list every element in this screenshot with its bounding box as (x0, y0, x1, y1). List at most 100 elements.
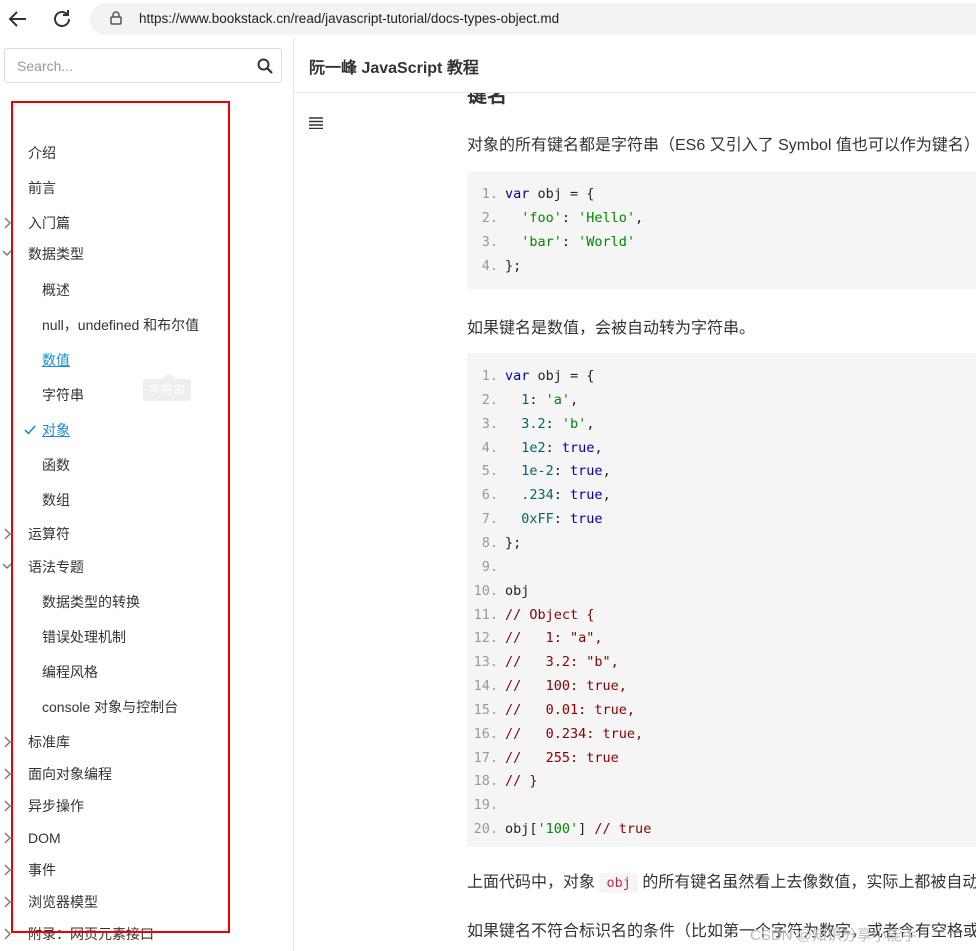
sidebar-item[interactable]: 数据类型的转换 (42, 592, 140, 612)
sidebar-item[interactable]: DOM (28, 828, 61, 848)
line-number: 4. (481, 439, 498, 456)
sidebar-item[interactable]: 对象 (42, 420, 70, 440)
code-line: 5. 1e-2: true, (467, 459, 611, 483)
code-token: : (561, 209, 579, 226)
back-button[interactable] (5, 6, 31, 32)
chevron-right-icon[interactable] (2, 864, 12, 876)
chevron-right-icon[interactable] (2, 768, 12, 780)
sidebar-item[interactable]: 数据类型 (28, 244, 84, 264)
sidebar-item[interactable]: 数组 (42, 490, 70, 510)
sidebar-item[interactable]: 入门篇 (28, 213, 70, 233)
code-token: true (570, 463, 603, 480)
sidebar-item[interactable]: 附录：网页元素接口 (28, 924, 154, 944)
sidebar-item[interactable]: 数值 (42, 350, 70, 370)
code-token: , (635, 209, 644, 226)
code-token: 1e-2 (521, 463, 554, 480)
code-line: 16. // 0.234: true, (467, 722, 644, 746)
watermark: CSDN @知识分享小能手 (750, 927, 917, 944)
lock-icon[interactable] (110, 11, 122, 25)
sidebar-item[interactable]: 标准库 (28, 732, 70, 752)
code-token: , (594, 439, 603, 456)
sidebar-item[interactable]: 错误处理机制 (42, 627, 126, 647)
browser-toolbar: https://www.bookstack.cn/read/javascript… (0, 0, 976, 38)
line-number: 7. (481, 511, 498, 528)
code-token: : (545, 439, 562, 456)
code-token: var (505, 368, 530, 384)
sidebar-item[interactable]: 字符串 (42, 385, 84, 405)
paragraph: 对象的所有键名都是字符串（ES6 又引入了 Symbol 值也可以作为键名） (467, 137, 976, 154)
code-token: // 100: true, (505, 678, 627, 695)
code-token: true (561, 439, 595, 456)
sidebar-item[interactable]: 运算符 (28, 524, 70, 544)
chevron-right-icon[interactable] (2, 736, 12, 748)
sidebar-item[interactable]: 异步操作 (28, 796, 84, 816)
code-token: , (602, 487, 611, 504)
code-line: 19. (467, 793, 505, 817)
sidebar-item[interactable]: 概述 (42, 280, 70, 300)
reload-icon (54, 10, 70, 27)
code-block: 1. var obj = {2. 'foo': 'Hello', 3. 'bar':… (467, 171, 976, 289)
paragraph-text: 上面代码中，对象 (467, 874, 596, 891)
code-token: 3.2 (521, 415, 546, 432)
sidebar-item[interactable]: 函数 (42, 455, 70, 475)
line-number: 1. (481, 186, 498, 202)
chevron-right-icon[interactable] (2, 896, 12, 908)
code-line: 13. // 3.2: "b", (467, 650, 619, 674)
code-token: // 0.234: true, (505, 725, 644, 742)
sidebar-item[interactable]: 前言 (28, 178, 56, 198)
code-line: 4.}; (467, 254, 522, 278)
code-line: 12. // 1: "a", (467, 626, 603, 650)
code-token: , (570, 391, 579, 408)
line-number: 9. (481, 558, 498, 575)
code-token: : (529, 391, 546, 408)
address-bar[interactable]: https://www.bookstack.cn/read/javascript… (90, 3, 976, 35)
line-number: 3. (481, 415, 498, 432)
line-number: 19. (473, 797, 498, 814)
sidebar-item[interactable]: 介绍 (28, 143, 56, 163)
url-text[interactable]: https://www.bookstack.cn/read/javascript… (139, 11, 559, 26)
sidebar-item[interactable]: 事件 (28, 860, 56, 880)
code-line: 2. 1: 'a', (467, 388, 578, 412)
sidebar-item[interactable]: console 对象与控制台 (42, 697, 178, 717)
line-number: 20. (473, 821, 498, 838)
code-token: ] (578, 821, 595, 838)
search-input[interactable] (5, 49, 250, 82)
chevron-down-icon[interactable] (2, 248, 12, 260)
code-token: // Object { (505, 606, 595, 623)
search-icon[interactable] (257, 58, 273, 74)
sidebar-item[interactable]: 语法专题 (28, 557, 84, 577)
line-number: 8. (481, 534, 498, 551)
chevron-right-icon[interactable] (2, 217, 12, 229)
chevron-right-icon[interactable] (2, 928, 12, 940)
chevron-down-icon[interactable] (2, 561, 12, 573)
code-token: , (586, 415, 595, 432)
menu-icon[interactable] (309, 117, 323, 129)
code-line: 4. 1e2: true, (467, 436, 603, 460)
code-token: 'a' (545, 391, 571, 408)
code-token: , (602, 463, 611, 480)
sidebar-item[interactable]: 浏览器模型 (28, 892, 98, 912)
sidebar-item[interactable]: 面向对象编程 (28, 764, 112, 784)
reload-button[interactable] (49, 6, 75, 32)
paragraph: 上面代码中，对象 obj 的所有键名虽然看上去像数值，实际上都被自动 (467, 868, 976, 893)
code-line: 15. // 0.01: true, (467, 698, 635, 722)
code-token: : (553, 487, 571, 504)
code-token: .234 (521, 487, 554, 504)
chevron-right-icon[interactable] (2, 528, 12, 540)
chevron-right-icon[interactable] (2, 832, 12, 844)
sidebar-item[interactable]: null，undefined 和布尔值 (42, 315, 199, 335)
chevron-right-icon[interactable] (2, 800, 12, 812)
check-icon (24, 425, 36, 435)
section-heading: 键名 (467, 93, 507, 107)
code-line: 1. var obj = { (467, 364, 595, 388)
paragraph-text: 的所有键名虽然看上去像数值，实际上都被自动 (642, 874, 976, 891)
line-number: 5. (481, 463, 498, 480)
sidebar-item[interactable]: 编程风格 (42, 662, 98, 682)
code-token: // } (505, 773, 538, 790)
paragraph: 如果键名是数值，会被自动转为字符串。 (467, 320, 756, 337)
tooltip: 字符串 (143, 373, 192, 401)
code-token: '100' (537, 821, 579, 838)
